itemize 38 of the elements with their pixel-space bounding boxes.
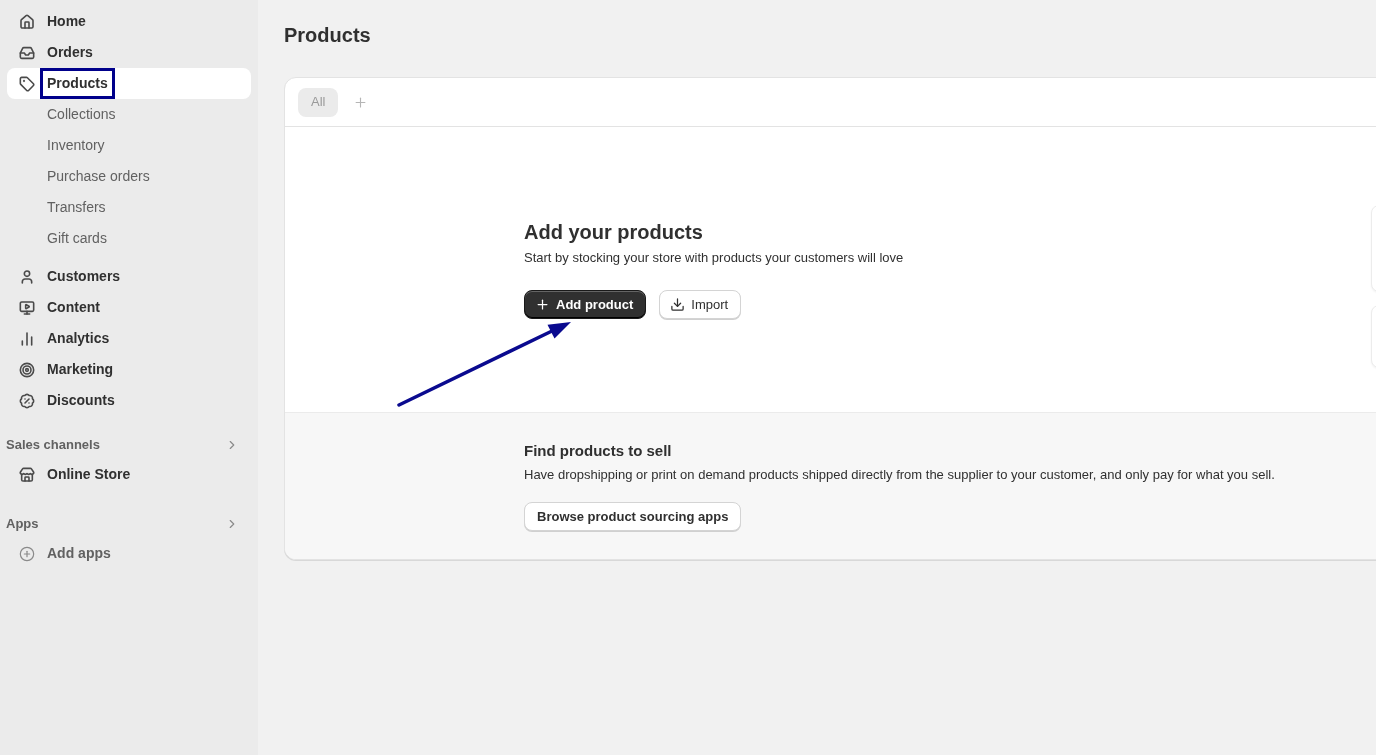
nav-item[interactable]: Discounts — [7, 385, 251, 416]
bar-chart-icon — [19, 330, 35, 347]
nav-subitem[interactable]: Transfers — [7, 192, 251, 223]
section-heading: Sales channels — [6, 436, 100, 455]
plus-icon — [535, 297, 550, 312]
browse-apps-button[interactable]: Browse product sourcing apps — [524, 502, 742, 531]
add-button[interactable]: Add product — [524, 290, 647, 319]
nav-item[interactable]: Marketing — [7, 354, 251, 385]
section-heading: Apps — [6, 515, 39, 534]
tag-icon — [19, 75, 35, 92]
nav-subitem[interactable]: Inventory — [7, 130, 251, 161]
nav-item[interactable]: Add apps — [7, 538, 251, 569]
percent-badge-icon — [19, 392, 35, 409]
nav-item[interactable]: Analytics — [7, 323, 251, 354]
import-button[interactable]: Import — [659, 290, 742, 319]
nav-subitem[interactable]: Gift cards — [7, 223, 251, 254]
person-icon — [19, 268, 35, 285]
empty-state-heading: Add your products — [524, 220, 704, 245]
empty-state-description: Start by stocking your store with products your customers will love — [524, 249, 905, 267]
nav-item[interactable]: Content — [7, 292, 251, 323]
nav-item[interactable]: Products — [7, 68, 251, 99]
home-icon — [19, 13, 35, 30]
inbox-icon — [19, 44, 35, 61]
nav-subitem[interactable]: Collections — [7, 99, 251, 130]
page-title: Products — [284, 23, 372, 48]
plus-icon — [352, 94, 368, 110]
store-icon — [19, 466, 35, 483]
nav-item[interactable]: Home — [7, 6, 251, 37]
nav-item[interactable]: Online Store — [7, 459, 251, 490]
target-icon — [19, 361, 35, 378]
monitor-icon — [19, 299, 35, 316]
nav-item[interactable]: Customers — [7, 261, 251, 292]
sourcing-heading: Find products to sell — [524, 441, 673, 461]
nav-item[interactable]: Orders — [7, 37, 251, 68]
sourcing-description: Have dropshipping or print on demand products shipped directly from the supplier to your customer, and only pay for what you sell. — [524, 466, 1276, 484]
download-icon — [670, 297, 686, 312]
plus-circle-icon — [19, 545, 35, 562]
nav-subitem[interactable]: Purchase orders — [7, 161, 251, 192]
